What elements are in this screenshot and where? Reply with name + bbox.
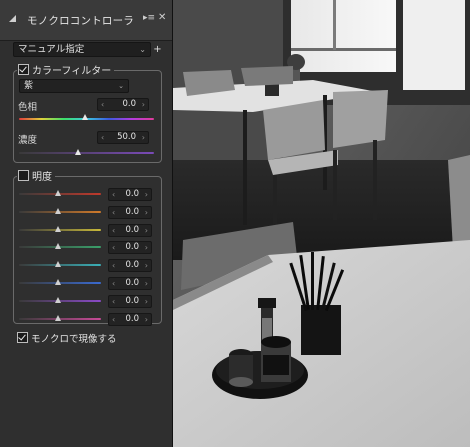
brightness-slider-thumb[interactable] — [55, 261, 61, 267]
photo-preview — [173, 0, 470, 447]
brightness-value: 0.0 — [125, 242, 139, 252]
decrement-icon[interactable]: ‹ — [101, 99, 104, 110]
brightness-slider-thumb[interactable] — [55, 226, 61, 232]
decrement-icon[interactable]: ‹ — [112, 189, 115, 200]
brightness-value-field[interactable]: ‹ 0.0 › — [108, 241, 152, 254]
brightness-value-field[interactable]: ‹ 0.0 › — [108, 313, 152, 326]
monochrome-controller-panel: モノクロコントローラ ▸≡ ✕ マニュアル指定 ⌄ + カラーフィルター 紫 ⌄… — [0, 0, 173, 447]
brightness-value: 0.0 — [125, 189, 139, 199]
panel-title: モノクロコントローラ — [27, 15, 134, 27]
monochrome-develop-option[interactable]: モノクロで現像する — [17, 331, 117, 345]
brightness-value-field[interactable]: ‹ 0.0 › — [108, 277, 152, 290]
collapse-triangle-icon[interactable] — [9, 15, 16, 22]
increment-icon[interactable]: › — [145, 225, 148, 236]
brightness-value-field[interactable]: ‹ 0.0 › — [108, 259, 152, 272]
add-preset-button[interactable]: + — [153, 44, 162, 55]
density-slider-track[interactable] — [19, 152, 154, 154]
brightness-slider-thumb[interactable] — [55, 208, 61, 214]
brightness-value-field[interactable]: ‹ 0.0 › — [108, 295, 152, 308]
brightness-value: 0.0 — [125, 296, 139, 306]
brightness-slider-thumb[interactable] — [55, 243, 61, 249]
increment-icon[interactable]: › — [145, 207, 148, 218]
brightness-value: 0.0 — [125, 260, 139, 270]
brightness-slider-thumb[interactable] — [55, 315, 61, 321]
density-label: 濃度 — [18, 135, 38, 146]
brightness-slider-thumb[interactable] — [55, 297, 61, 303]
chevron-down-icon: ⌄ — [118, 82, 124, 90]
decrement-icon[interactable]: ‹ — [112, 314, 115, 325]
increment-icon[interactable]: › — [142, 99, 145, 110]
increment-icon[interactable]: › — [145, 242, 148, 253]
density-value: 50.0 — [117, 132, 136, 142]
preset-select-value: マニュアル指定 — [18, 44, 85, 55]
increment-icon[interactable]: › — [145, 296, 148, 307]
increment-icon[interactable]: › — [145, 260, 148, 271]
decrement-icon[interactable]: ‹ — [112, 278, 115, 289]
decrement-icon[interactable]: ‹ — [101, 132, 104, 143]
hue-value-field[interactable]: ‹ 0.0 › — [97, 98, 149, 111]
decrement-icon[interactable]: ‹ — [112, 242, 115, 253]
brightness-value: 0.0 — [125, 314, 139, 324]
color-filter-label: カラーフィルター — [32, 66, 112, 77]
close-icon[interactable]: ✕ — [158, 12, 166, 23]
color-filter-legend: カラーフィルター — [17, 64, 115, 78]
density-value-field[interactable]: ‹ 50.0 › — [97, 131, 149, 144]
decrement-icon[interactable]: ‹ — [112, 260, 115, 271]
filter-color-select[interactable]: 紫 ⌄ — [19, 79, 129, 93]
brightness-slider-thumb[interactable] — [55, 279, 61, 285]
brightness-value-field[interactable]: ‹ 0.0 › — [108, 188, 152, 201]
increment-icon[interactable]: › — [145, 278, 148, 289]
increment-icon[interactable]: › — [145, 314, 148, 325]
color-filter-checkbox[interactable] — [18, 64, 29, 75]
brightness-label: 明度 — [32, 172, 52, 183]
brightness-value: 0.0 — [125, 278, 139, 288]
chevron-down-icon: ⌄ — [139, 45, 146, 54]
increment-icon[interactable]: › — [142, 132, 145, 143]
brightness-value: 0.0 — [125, 207, 139, 217]
hue-label: 色相 — [18, 102, 38, 113]
filter-color-value: 紫 — [24, 81, 34, 91]
brightness-value-field[interactable]: ‹ 0.0 › — [108, 224, 152, 237]
density-slider-thumb[interactable] — [75, 149, 81, 155]
brightness-value-field[interactable]: ‹ 0.0 › — [108, 206, 152, 219]
decrement-icon[interactable]: ‹ — [112, 225, 115, 236]
increment-icon[interactable]: › — [145, 189, 148, 200]
panel-titlebar[interactable]: モノクロコントローラ ▸≡ ✕ — [0, 0, 172, 41]
panel-menu-icon[interactable]: ▸≡ — [143, 13, 155, 23]
brightness-value: 0.0 — [125, 225, 139, 235]
decrement-icon[interactable]: ‹ — [112, 207, 115, 218]
brightness-slider-thumb[interactable] — [55, 190, 61, 196]
monochrome-develop-checkbox[interactable] — [17, 332, 28, 343]
hue-value: 0.0 — [122, 99, 136, 109]
decrement-icon[interactable]: ‹ — [112, 296, 115, 307]
hue-slider-thumb[interactable] — [82, 114, 88, 120]
monochrome-develop-label: モノクロで現像する — [31, 334, 117, 345]
preset-select[interactable]: マニュアル指定 ⌄ — [13, 42, 151, 57]
brightness-legend: 明度 — [17, 170, 55, 184]
brightness-checkbox[interactable] — [18, 170, 29, 181]
